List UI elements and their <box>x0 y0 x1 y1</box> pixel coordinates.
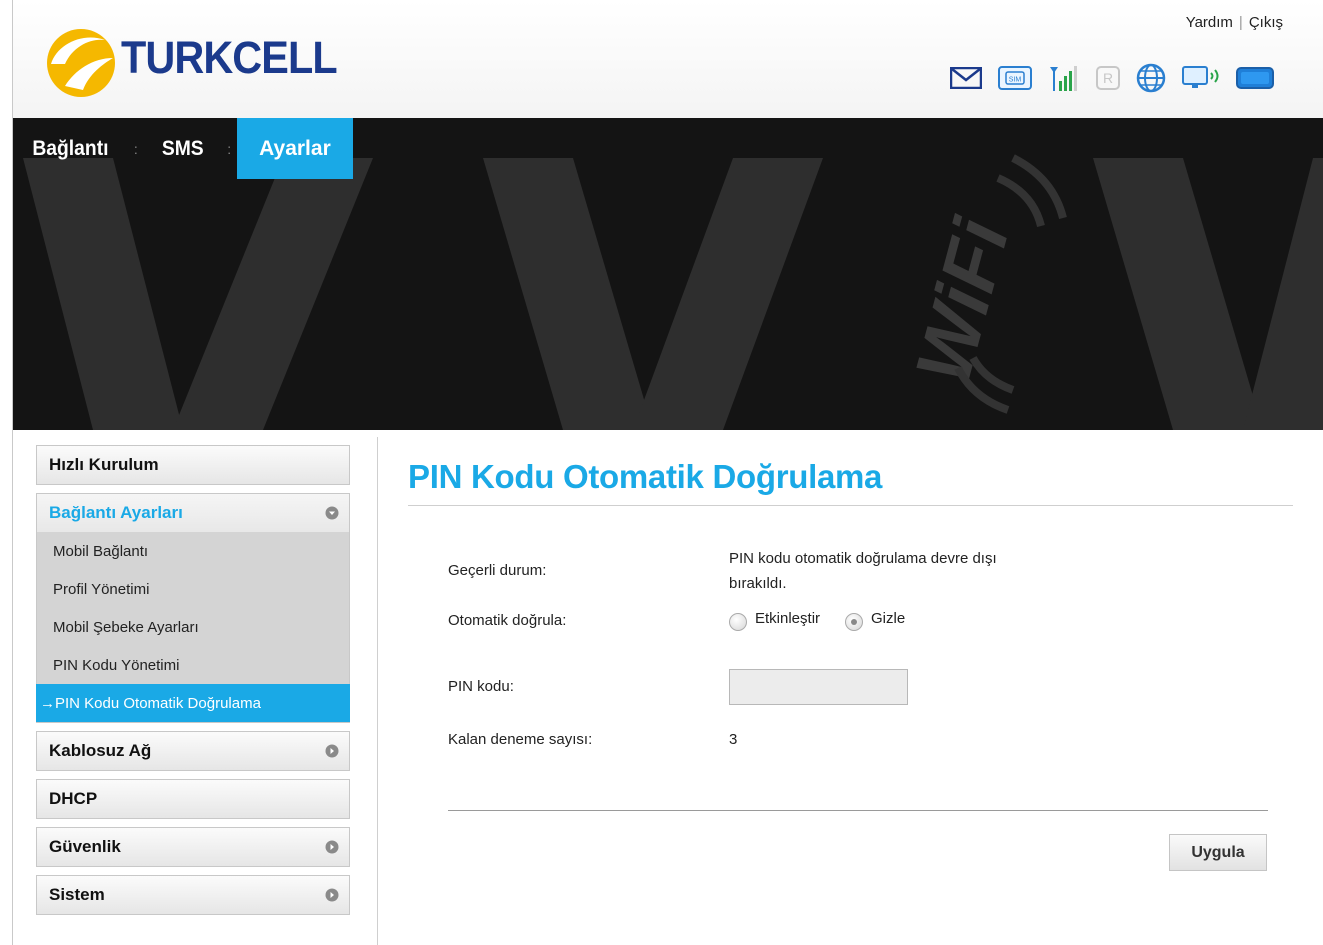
logout-link[interactable]: Çıkış <box>1249 14 1283 31</box>
pin-code-label: PIN kodu: <box>448 678 514 695</box>
turkcell-logo[interactable]: TURKCELL <box>43 24 343 104</box>
remaining-attempts-value: 3 <box>729 731 738 748</box>
auto-verify-label: Otomatik doğrula: <box>448 612 567 629</box>
title-divider <box>408 505 1293 506</box>
current-status-value-line1: PIN kodu otomatik doğrulama devre dışı <box>729 550 997 567</box>
content-divider <box>377 437 378 945</box>
nav-separator: : <box>227 140 232 157</box>
sidebar-item-quick-setup[interactable]: Hızlı Kurulum <box>36 445 350 485</box>
signal-strength-icon <box>1048 65 1080 91</box>
svg-text:SIM: SIM <box>1009 77 1022 84</box>
sidebar-item-dhcp[interactable]: DHCP <box>36 779 350 819</box>
sidebar-item-label: Hızlı Kurulum <box>49 455 159 474</box>
sidebar-subitem-profile-management[interactable]: Profil Yönetimi <box>37 570 349 608</box>
battery-icon <box>1236 66 1276 90</box>
sidebar-item-wireless[interactable]: Kablosuz Ağ <box>36 731 350 771</box>
sidebar-item-connection-settings[interactable]: Bağlantı Ayarları <box>37 494 349 532</box>
chevron-down-icon <box>325 506 339 520</box>
sim-card-icon: SIM <box>998 66 1032 90</box>
hide-radio[interactable] <box>845 613 863 631</box>
sidebar-subitem-pin-management[interactable]: PIN Kodu Yönetimi <box>37 646 349 684</box>
chevron-right-icon <box>325 888 339 902</box>
globe-icon <box>1136 63 1166 93</box>
enable-radio[interactable] <box>729 613 747 631</box>
page-title: PIN Kodu Otomatik Doğrulama <box>408 458 883 495</box>
nav-tab-connection[interactable]: Bağlantı <box>18 118 124 179</box>
sidebar-item-system[interactable]: Sistem <box>36 875 350 915</box>
link-separator: | <box>1238 14 1243 31</box>
sidebar-group-connection-settings: Bağlantı Ayarları Mobil Bağlantı Profil … <box>36 493 350 723</box>
sidebar-item-label: Kablosuz Ağ <box>49 741 152 760</box>
form-divider <box>448 810 1268 811</box>
top-links: Yardım | Çıkış <box>1186 14 1283 31</box>
main-nav: Bağlantı : SMS : Ayarlar <box>13 118 353 179</box>
envelope-icon[interactable] <box>950 67 982 89</box>
roaming-icon: R <box>1096 66 1120 90</box>
apply-button[interactable]: Uygula <box>1169 834 1267 871</box>
chevron-right-icon <box>325 744 339 758</box>
sidebar-item-label: DHCP <box>49 789 98 808</box>
hide-radio-label[interactable]: Gizle <box>871 610 905 627</box>
sidebar-item-label: Güvenlik <box>49 837 121 856</box>
remaining-attempts-label: Kalan deneme sayısı: <box>448 731 593 748</box>
sidebar-item-label: Bağlantı Ayarları <box>49 503 183 522</box>
sidebar-subitem-mobile-network-settings[interactable]: Mobil Şebeke Ayarları <box>37 608 349 646</box>
banner: WiFi Bağlantı : SMS : Ayarlar <box>13 118 1323 430</box>
nav-tab-sms[interactable]: SMS <box>147 118 218 179</box>
page: TURKCELL Yardım | Çıkış SIM R WiFi Bağla… <box>0 0 1323 945</box>
connected-device-icon <box>1182 65 1220 91</box>
sidebar-subitem-pin-auto-verify[interactable]: →PIN Kodu Otomatik Doğrulama <box>36 684 350 722</box>
pin-code-input[interactable] <box>729 669 908 705</box>
nav-tab-settings[interactable]: Ayarlar <box>237 118 353 179</box>
turkcell-emblem-icon <box>47 29 115 97</box>
sidebar: Hızlı Kurulum Bağlantı Ayarları Mobil Ba… <box>36 445 350 923</box>
help-link[interactable]: Yardım <box>1186 14 1233 31</box>
sidebar-item-security[interactable]: Güvenlik <box>36 827 350 867</box>
chevron-right-icon <box>325 840 339 854</box>
brand-name: TURKCELL <box>121 32 338 83</box>
status-icons: SIM R <box>950 63 1292 93</box>
current-status-label: Geçerli durum: <box>448 562 547 579</box>
current-status-value-line2: bırakıldı. <box>729 575 787 592</box>
sidebar-subitem-mobile-connection[interactable]: Mobil Bağlantı <box>37 532 349 570</box>
nav-separator: : <box>133 140 138 157</box>
header: TURKCELL Yardım | Çıkış SIM R <box>13 0 1323 118</box>
enable-radio-label[interactable]: Etkinleştir <box>755 610 820 627</box>
svg-text:R: R <box>1103 70 1113 86</box>
sidebar-item-label: Sistem <box>49 885 105 904</box>
